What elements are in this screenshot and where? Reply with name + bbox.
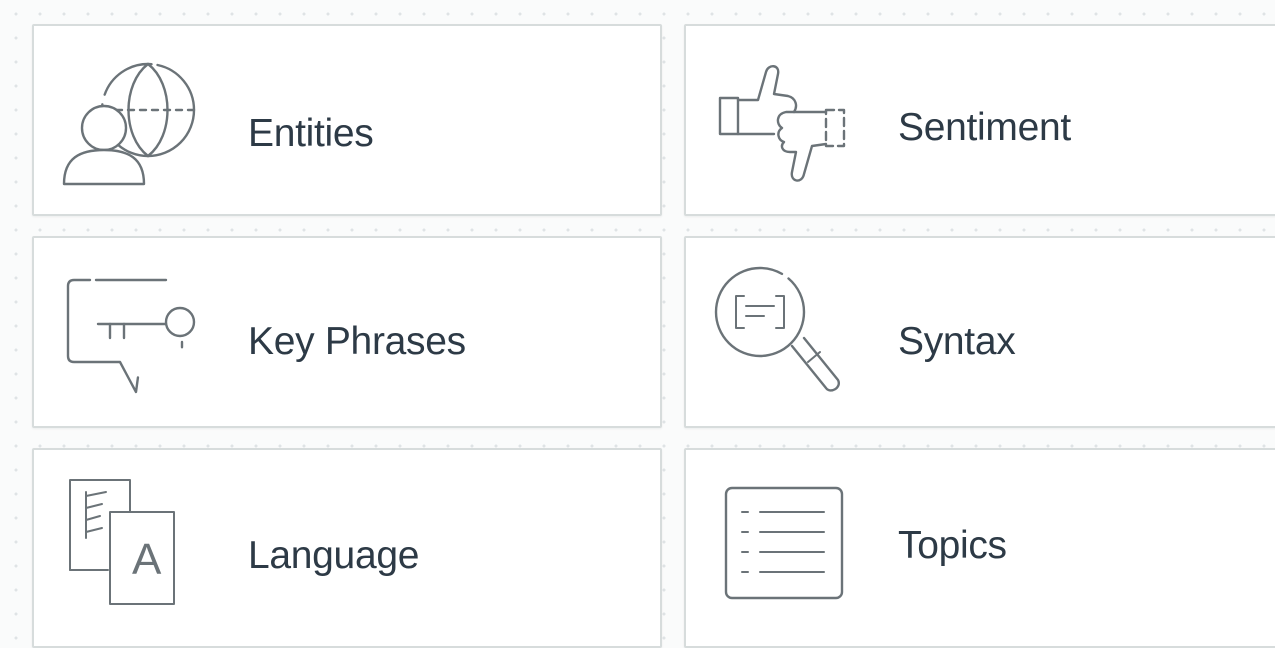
- card-key-phrases[interactable]: Key Phrases: [32, 236, 662, 428]
- key-phrases-icon: [64, 276, 200, 398]
- card-entities[interactable]: Entities: [32, 24, 662, 216]
- topics-icon: [722, 484, 846, 602]
- card-entities-label: Entities: [248, 112, 374, 155]
- syntax-icon: [712, 264, 852, 404]
- card-syntax-label: Syntax: [898, 320, 1016, 363]
- entities-icon: [60, 62, 200, 188]
- card-syntax[interactable]: Syntax: [684, 236, 1275, 428]
- language-icon-letter: A: [132, 535, 162, 584]
- card-sentiment[interactable]: Sentiment: [684, 24, 1275, 216]
- feature-grid: Entities Sentiment Key Phrases Syntax A …: [0, 0, 1275, 648]
- card-sentiment-label: Sentiment: [898, 106, 1071, 149]
- card-language-label: Language: [248, 534, 420, 577]
- sentiment-icon: [716, 60, 852, 186]
- card-topics-label: Topics: [898, 524, 1007, 567]
- card-language[interactable]: A Language: [32, 448, 662, 648]
- card-topics[interactable]: Topics: [684, 448, 1275, 648]
- language-icon: [66, 476, 178, 608]
- card-key-phrases-label: Key Phrases: [248, 320, 466, 363]
